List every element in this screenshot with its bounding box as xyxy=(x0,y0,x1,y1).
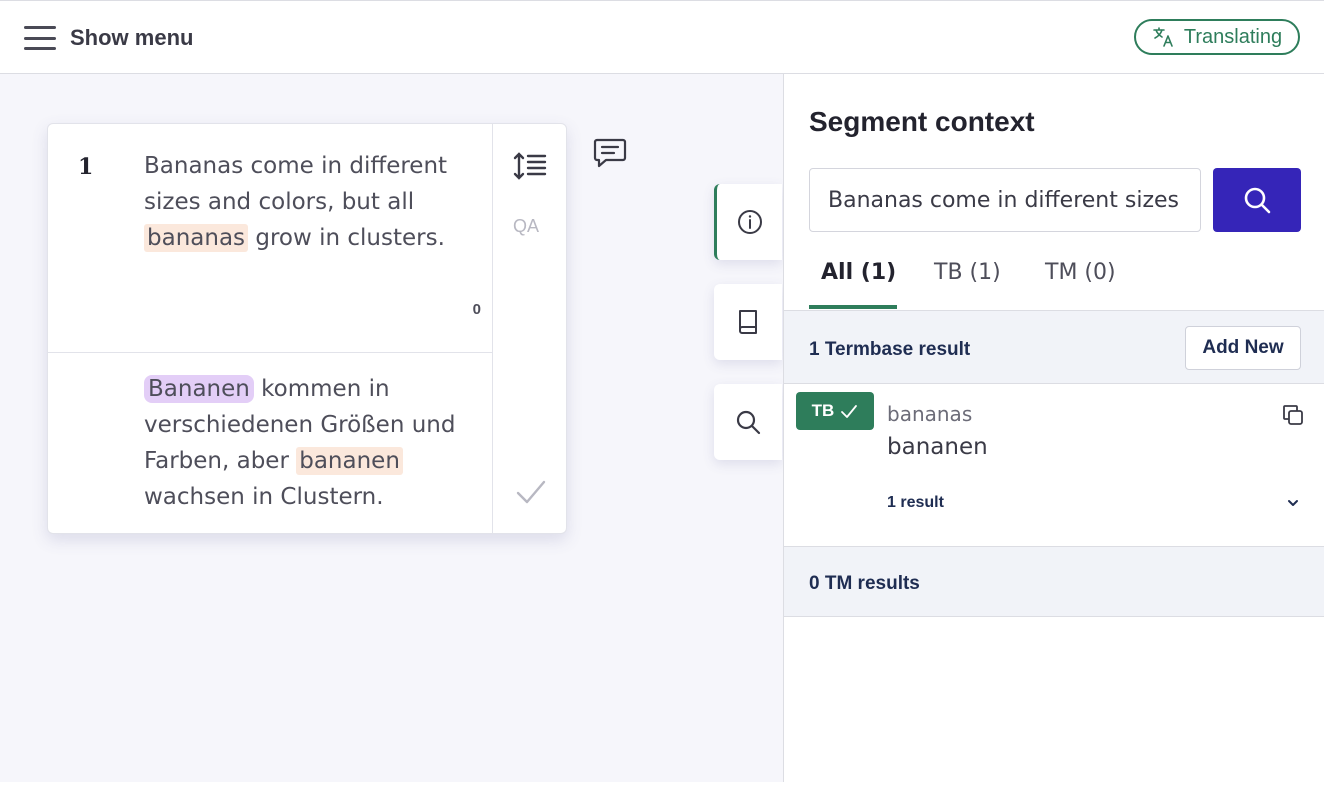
target-tag-highlight: Bananen xyxy=(144,375,254,403)
active-tab-indicator xyxy=(809,305,897,309)
tb-source-term: bananas xyxy=(887,402,973,426)
tb-badge: TB xyxy=(796,392,874,430)
source-term-highlight[interactable]: bananas xyxy=(144,224,249,252)
segment-target[interactable]: Bananen kommen in verschiedenen Größen u… xyxy=(48,353,493,533)
segment-side-toolbar: QA xyxy=(493,124,566,533)
target-term-highlight: bananen xyxy=(296,447,403,475)
line-spacing-icon[interactable] xyxy=(513,150,547,182)
segment-source: 1 Bananas come in different sizes and co… xyxy=(48,124,493,353)
add-new-button[interactable]: Add New xyxy=(1185,326,1301,370)
context-search-input[interactable] xyxy=(809,168,1201,232)
segment-number: 1 xyxy=(78,154,94,180)
top-bar: Show menu Translating xyxy=(0,0,1324,74)
info-icon xyxy=(737,210,762,234)
segment-context-panel: Segment context All (1) TB (1) TM (0) 1 … xyxy=(783,74,1324,782)
show-menu-label: Show menu xyxy=(70,25,194,50)
search-tab-button[interactable] xyxy=(714,384,782,460)
tb-badge-label: TB xyxy=(811,401,835,420)
panel-title: Segment context xyxy=(809,106,1035,137)
tm-results-header: 0 TM results xyxy=(784,547,1324,617)
chevron-down-icon[interactable] xyxy=(1285,496,1301,510)
tb-result-count: 1 result xyxy=(887,494,944,511)
book-icon xyxy=(739,310,757,334)
tm-results-count: 0 TM results xyxy=(809,573,920,594)
qa-button[interactable]: QA xyxy=(513,216,539,237)
tab-tb[interactable]: TB (1) xyxy=(934,260,1001,310)
source-text-part: grow in clusters. xyxy=(248,225,445,251)
tb-target-term[interactable]: bananen xyxy=(887,434,988,460)
termbase-results-count: 1 Termbase result xyxy=(809,339,971,360)
tab-all[interactable]: All (1) xyxy=(821,260,896,310)
status-badge: Translating xyxy=(1134,19,1300,55)
show-menu-button[interactable]: Show menu xyxy=(24,21,193,55)
comment-icon[interactable] xyxy=(592,136,628,170)
context-tabs: All (1) TB (1) TM (0) xyxy=(784,260,1324,310)
segment-card: 1 Bananas come in different sizes and co… xyxy=(47,123,567,534)
check-icon[interactable] xyxy=(515,478,547,506)
copy-icon[interactable] xyxy=(1280,402,1306,428)
target-text[interactable]: Bananen kommen in verschiedenen Größen u… xyxy=(144,371,484,515)
character-count: 0 xyxy=(472,301,481,318)
segment-main: 1 Bananas come in different sizes and co… xyxy=(48,124,493,533)
context-search-button[interactable] xyxy=(1213,168,1301,232)
check-icon xyxy=(841,405,858,418)
termbase-results-header: 1 Termbase result Add New xyxy=(784,310,1324,384)
editor-workspace: 1 Bananas come in different sizes and co… xyxy=(0,74,783,782)
search-icon xyxy=(736,410,761,435)
target-text-part: wachsen in Clustern. xyxy=(144,484,384,510)
source-text: Bananas come in different sizes and colo… xyxy=(144,148,474,256)
termbase-result-item[interactable]: TB bananas bananen 1 result xyxy=(784,384,1324,547)
status-label: Translating xyxy=(1183,25,1283,48)
source-text-part: Bananas come in different sizes and colo… xyxy=(144,153,448,215)
tab-tm[interactable]: TM (0) xyxy=(1045,260,1116,310)
info-tab-button[interactable] xyxy=(714,184,782,260)
translate-icon xyxy=(1153,27,1173,47)
search-icon xyxy=(1244,187,1271,214)
hamburger-icon xyxy=(24,24,56,52)
termbase-tab-button[interactable] xyxy=(714,284,782,360)
